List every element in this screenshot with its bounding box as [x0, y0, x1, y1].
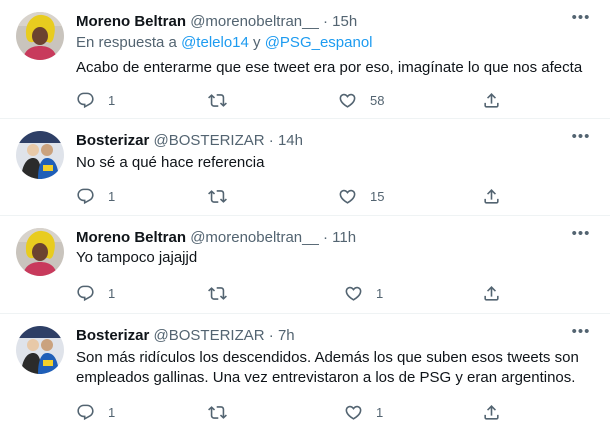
tweet[interactable]: Moreno Beltran @morenobeltran__ · 11h ••… [0, 216, 610, 314]
display-name[interactable]: Moreno Beltran [76, 13, 186, 30]
display-name[interactable]: Bosterizar [76, 327, 149, 344]
timestamp[interactable]: 14h [278, 132, 303, 149]
share-button[interactable] [482, 402, 501, 422]
reply-count: 1 [108, 404, 116, 420]
tweet-header: Moreno Beltran @morenobeltran__ · 11h [76, 228, 356, 248]
separator: · [323, 13, 328, 30]
reply-and: y [253, 34, 261, 51]
avatar[interactable] [16, 12, 64, 60]
tweet-text: Son más ridículos los descendidos. Ademá… [76, 349, 579, 386]
tweet-actions: 1 1 [76, 283, 506, 303]
share-icon [482, 187, 501, 206]
reply-button[interactable]: 1 [76, 283, 115, 303]
reply-count: 1 [108, 285, 116, 301]
separator: · [268, 327, 274, 344]
retweet-icon [208, 187, 227, 206]
retweet-button[interactable] [208, 283, 227, 303]
tweet-header: Moreno Beltran @morenobeltran__ · 15h [76, 12, 357, 32]
reply-count: 1 [108, 188, 116, 204]
retweet-icon [208, 91, 227, 110]
heart-icon [338, 187, 357, 206]
tweet-header: Bosterizar @BOSTERIZAR · 14h [76, 131, 303, 151]
avatar[interactable] [16, 326, 64, 374]
tweet-text: No sé a qué hace referencia [76, 154, 265, 171]
share-icon [482, 91, 501, 110]
heart-icon [344, 403, 363, 422]
retweet-button[interactable] [208, 402, 227, 422]
display-name[interactable]: Moreno Beltran [76, 229, 186, 246]
mention-link[interactable]: @PSG_espanol [265, 34, 373, 51]
reply-button[interactable]: 1 [76, 186, 115, 206]
tweet[interactable]: Bosterizar @BOSTERIZAR · 14h ••• No sé a… [0, 119, 610, 216]
tweet-actions: 1 1 [76, 402, 506, 422]
retweet-icon [208, 284, 227, 303]
separator: · [323, 229, 328, 246]
timestamp[interactable]: 7h [278, 327, 295, 344]
tweet-text: Acabo de enterarme que ese tweet era por… [76, 59, 583, 76]
handle[interactable]: @morenobeltran__ [190, 229, 319, 246]
reply-icon [76, 284, 95, 303]
tweet-actions: 1 58 [76, 90, 506, 110]
like-count: 1 [376, 404, 384, 420]
reply-prefix: En respuesta a [76, 34, 177, 51]
like-button[interactable]: 58 [338, 90, 384, 110]
more-options-icon[interactable]: ••• [564, 226, 598, 248]
reply-icon [76, 91, 95, 110]
handle[interactable]: @BOSTERIZAR [154, 327, 265, 344]
reply-context: En respuesta a @telelo14 y @PSG_espanol [76, 34, 373, 51]
heart-icon [344, 284, 363, 303]
tweet-header: Bosterizar @BOSTERIZAR · 7h [76, 326, 295, 346]
tweet-text: Yo tampoco jajajjd [76, 249, 198, 266]
like-count: 1 [376, 285, 384, 301]
tweet-actions: 1 15 [76, 186, 506, 206]
separator: · [268, 132, 274, 149]
share-button[interactable] [482, 283, 501, 303]
display-name[interactable]: Bosterizar [76, 132, 149, 149]
reply-button[interactable]: 1 [76, 90, 115, 110]
share-button[interactable] [482, 90, 501, 110]
retweet-button[interactable] [208, 90, 227, 110]
more-options-icon[interactable]: ••• [564, 129, 598, 151]
like-button[interactable]: 15 [338, 186, 384, 206]
reply-button[interactable]: 1 [76, 402, 115, 422]
reply-icon [76, 403, 95, 422]
avatar[interactable] [16, 228, 64, 276]
heart-icon [338, 91, 357, 110]
share-icon [482, 403, 501, 422]
tweet[interactable]: Bosterizar @BOSTERIZAR · 7h ••• Son más … [0, 314, 610, 428]
like-button[interactable]: 1 [344, 283, 383, 303]
timestamp[interactable]: 11h [332, 229, 356, 246]
retweet-button[interactable] [208, 186, 227, 206]
retweet-icon [208, 403, 227, 422]
share-button[interactable] [482, 186, 501, 206]
handle[interactable]: @morenobeltran__ [190, 13, 319, 30]
more-options-icon[interactable]: ••• [564, 10, 598, 32]
reply-count: 1 [108, 92, 116, 108]
mention-link[interactable]: @telelo14 [181, 34, 249, 51]
like-button[interactable]: 1 [344, 402, 383, 422]
like-count: 15 [370, 188, 385, 204]
timestamp[interactable]: 15h [332, 13, 357, 30]
share-icon [482, 284, 501, 303]
avatar[interactable] [16, 131, 64, 179]
handle[interactable]: @BOSTERIZAR [154, 132, 265, 149]
reply-icon [76, 187, 95, 206]
tweet[interactable]: Moreno Beltran @morenobeltran__ · 15h ••… [0, 0, 610, 119]
like-count: 58 [370, 92, 385, 108]
more-options-icon[interactable]: ••• [564, 324, 598, 346]
